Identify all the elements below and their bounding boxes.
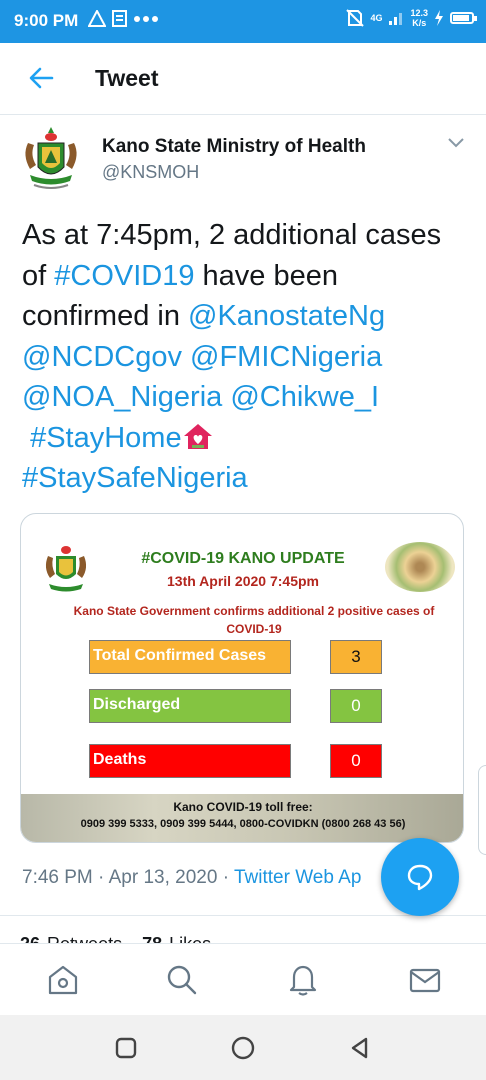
author-name[interactable]: Kano State Ministry of Health: [102, 136, 366, 158]
separator: ·: [92, 867, 109, 888]
status-left-icons: [88, 10, 159, 27]
top-header: Tweet: [0, 43, 486, 115]
separator: ·: [217, 867, 234, 888]
hashtag-covid19[interactable]: #COVID19: [54, 260, 194, 292]
retweets-label[interactable]: Retweets: [47, 934, 122, 943]
tweet-text: As at 7:45pm, 2 additional cases of #COV…: [22, 215, 472, 499]
hashtag-stayhome[interactable]: #StayHome: [30, 422, 182, 454]
reply-bubble-icon: [407, 864, 433, 891]
retweets-count[interactable]: 26: [20, 934, 40, 943]
status-right: 4G 12.3 K/s: [346, 8, 477, 28]
mention-noa-nigeria[interactable]: @NOA_Nigeria: [22, 381, 222, 413]
mention-fmicnigeria[interactable]: @FMICNigeria: [190, 341, 382, 373]
tweet-timestamp: 7:46 PM · Apr 13, 2020 · Twitter Web Ap: [22, 867, 361, 889]
warning-icon: [88, 10, 106, 27]
tweet-time: 7:46 PM: [22, 867, 93, 888]
card-footer: Kano COVID-19 toll free: 0909 399 5333, …: [21, 794, 463, 842]
likes-count[interactable]: 78: [142, 934, 162, 943]
tweet-date: Apr 13, 2020: [108, 867, 218, 888]
home-circle-icon[interactable]: [230, 1035, 256, 1061]
recents-square-icon[interactable]: [113, 1035, 139, 1061]
no-sim-icon: [346, 9, 365, 27]
mention-chikwe[interactable]: @Chikwe_I: [230, 381, 379, 413]
likes-label[interactable]: Likes: [169, 934, 211, 943]
charging-icon: [435, 10, 443, 26]
tweet-source-link[interactable]: Twitter Web Ap: [234, 867, 361, 888]
mention-ncdcgov[interactable]: @NCDCgov: [22, 341, 182, 373]
network-type: 4G: [370, 13, 383, 23]
stat-label-deaths: Deaths: [89, 744, 291, 778]
tweet-media-image[interactable]: #COVID-19 KANO UPDATE 13th April 2020 7:…: [20, 513, 464, 843]
battery-icon: [450, 12, 477, 24]
side-panel-edge: [478, 765, 486, 855]
chevron-down-icon[interactable]: [446, 136, 466, 150]
page-title: Tweet: [95, 65, 159, 91]
search-icon[interactable]: [164, 962, 200, 998]
stat-value-discharged: 0: [330, 689, 382, 723]
battery-level: [453, 15, 469, 21]
net-speed-unit: K/s: [412, 18, 427, 28]
stat-label-confirmed: Total Confirmed Cases: [89, 640, 291, 674]
notifications-bell-icon[interactable]: [285, 962, 321, 998]
author-avatar[interactable]: [20, 125, 82, 193]
messages-mail-icon[interactable]: [407, 962, 443, 998]
status-time: 9:00 PM: [14, 11, 79, 30]
card-title: #COVID-19 KANO UPDATE: [141, 550, 345, 567]
stat-value-confirmed: 3: [330, 640, 382, 674]
bottom-navigation: [0, 943, 486, 1015]
house-heart-emoji-icon: [183, 423, 212, 449]
notes-icon: [112, 10, 127, 27]
card-subtitle: Kano State Government confirms additiona…: [73, 604, 435, 636]
mention-kanostateng[interactable]: @KanostateNg: [188, 300, 385, 332]
system-navigation-bar: [0, 1015, 486, 1080]
net-speed: 12.3 K/s: [410, 8, 428, 28]
reply-fab-button[interactable]: [381, 838, 459, 916]
hashtag-staysafenigeria[interactable]: #StaySafeNigeria: [22, 462, 248, 494]
stat-value-deaths: 0: [330, 744, 382, 778]
author-handle[interactable]: @KNSMOH: [102, 162, 199, 183]
back-triangle-icon[interactable]: [347, 1035, 373, 1061]
stat-label-discharged: Discharged: [89, 689, 291, 723]
home-icon[interactable]: [45, 962, 81, 998]
status-bar: 9:00 PM 4G 12.3 K/s: [0, 0, 486, 43]
more-dots-icon: [134, 15, 158, 22]
tollfree-numbers: 0909 399 5333, 0909 399 5444, 0800-COVID…: [80, 818, 406, 830]
tollfree-label: Kano COVID-19 toll free:: [173, 800, 313, 814]
signal-icon: [389, 13, 403, 25]
card-date: 13th April 2020 7:45pm: [167, 573, 319, 589]
engagement-stats: 26 Retweets 78 Likes: [20, 934, 211, 943]
net-speed-value: 12.3: [410, 8, 428, 18]
back-arrow-icon[interactable]: [26, 63, 56, 93]
